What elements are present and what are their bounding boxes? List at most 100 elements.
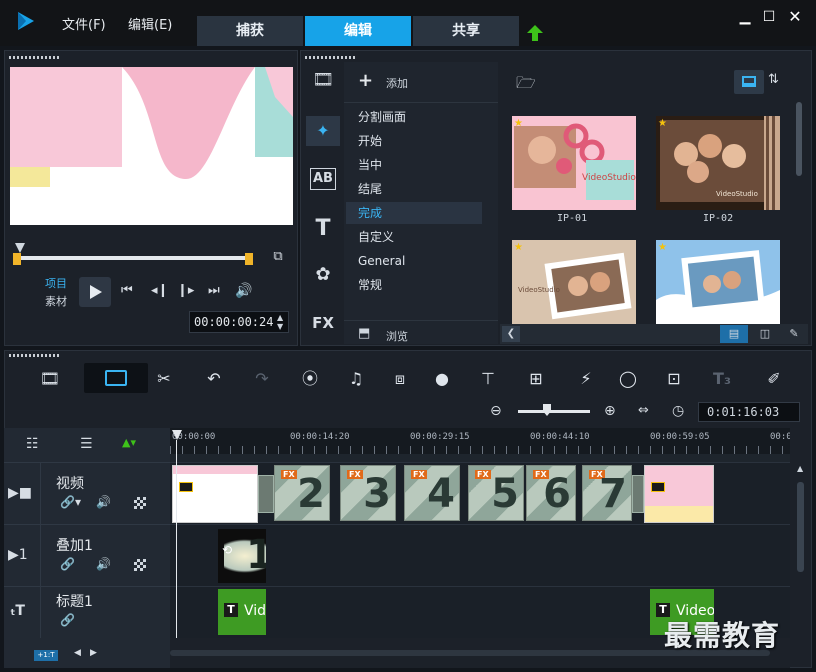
go-to-end-icon[interactable]: ⏭: [208, 283, 220, 298]
chapter-marker-icon[interactable]: ▲▾: [122, 436, 136, 449]
template-thumbnail[interactable]: VideoStudio: [512, 240, 636, 324]
ripple-link-icon[interactable]: 🔗▾: [60, 495, 81, 509]
category-item[interactable]: 常规: [346, 274, 482, 296]
maximize-icon[interactable]: ☐: [760, 8, 778, 26]
category-item[interactable]: 结尾: [346, 178, 482, 200]
view-list-button[interactable]: [734, 70, 764, 94]
track-visibility-icon[interactable]: [134, 559, 146, 571]
overlay-track-icon[interactable]: ▶1: [8, 547, 28, 563]
playhead-line[interactable]: [176, 440, 177, 638]
next-frame-icon[interactable]: ❙▸: [177, 283, 194, 298]
trim-end-handle[interactable]: [245, 253, 253, 265]
timecode-display[interactable]: 00:00:00:24: [189, 311, 289, 333]
ripple-link-icon[interactable]: 🔗: [60, 613, 75, 627]
panel-grip[interactable]: [305, 56, 355, 59]
category-item[interactable]: 开始: [346, 130, 482, 152]
video-clip[interactable]: [172, 465, 258, 523]
add-category-label[interactable]: 添加: [386, 75, 408, 91]
track-visibility-icon[interactable]: [134, 497, 146, 509]
scroll-up-icon[interactable]: ▲: [797, 464, 803, 473]
track-manager-icon[interactable]: ☷: [26, 436, 39, 452]
timecode-stepper[interactable]: ▲ ▼: [277, 313, 283, 331]
video-track-icon[interactable]: ▶■: [8, 485, 32, 501]
record-capture-icon[interactable]: ⦿: [296, 366, 324, 392]
browse-label[interactable]: 浏览: [386, 328, 408, 344]
split-view-icon[interactable]: ◫: [752, 325, 778, 343]
close-icon[interactable]: ✕: [786, 8, 804, 26]
panel-grip[interactable]: [9, 354, 59, 357]
mask-creator-icon[interactable]: ◯: [614, 366, 642, 392]
browse-icon[interactable]: ⬒: [358, 326, 370, 341]
title-text-icon[interactable]: T: [310, 216, 336, 241]
playhead-marker-icon[interactable]: [15, 243, 25, 253]
track-name[interactable]: 标题1: [56, 591, 93, 611]
3d-title-icon[interactable]: T₃: [708, 366, 736, 392]
overlay-track[interactable]: ⟲ 1: [170, 524, 790, 586]
fx-clip[interactable]: FX 2: [274, 465, 330, 521]
template-thumbnail[interactable]: VideoStudio: [656, 116, 780, 210]
time-ruler[interactable]: 00:00:00 00:00:14:20 00:00:29:15 00:00:4…: [170, 428, 790, 462]
zoom-in-icon[interactable]: ⊕: [604, 403, 616, 419]
video-clip[interactable]: [644, 465, 714, 523]
fx-clip[interactable]: FX 5: [468, 465, 524, 521]
category-item[interactable]: 分割画面: [346, 106, 482, 128]
fx-filter-icon[interactable]: FX: [308, 314, 338, 336]
add-folder-icon[interactable]: 🗁: [516, 72, 536, 99]
subtitle-editor-icon[interactable]: ⊤: [474, 366, 502, 392]
media-library-icon[interactable]: 🎞: [310, 70, 336, 92]
transition-slot[interactable]: [632, 475, 644, 513]
scroll-right-icon[interactable]: ▶: [90, 648, 97, 658]
tab-capture[interactable]: 捕获: [197, 16, 303, 46]
scrollbar-thumb[interactable]: [796, 102, 802, 176]
track-name[interactable]: 视频: [56, 473, 84, 493]
video-track[interactable]: FX 2 FX 3 FX 4 FX 5 FX 6 FX 7: [170, 462, 790, 524]
upload-arrow-icon[interactable]: [526, 24, 544, 42]
ripple-link-icon[interactable]: 🔗: [60, 557, 75, 571]
category-item-selected[interactable]: 完成: [346, 202, 482, 224]
tab-share[interactable]: 共享: [413, 16, 519, 46]
storyboard-view-icon[interactable]: 🎞: [36, 366, 64, 392]
transition-library-button[interactable]: ✦: [306, 116, 340, 146]
category-item[interactable]: General: [346, 250, 482, 272]
title-clip[interactable]: T Vide: [218, 589, 266, 635]
edit-icon[interactable]: ✎: [782, 325, 806, 343]
fit-project-icon[interactable]: ⇔: [638, 403, 649, 418]
fx-clip[interactable]: FX 7: [582, 465, 632, 521]
pan-zoom-icon[interactable]: ⊡: [660, 366, 688, 392]
project-mode-label[interactable]: 项目: [45, 275, 67, 291]
volume-icon[interactable]: 🔊: [235, 283, 252, 299]
track-volume-icon[interactable]: 🔊: [96, 495, 111, 509]
tab-edit[interactable]: 编辑: [305, 16, 411, 46]
scroll-left-icon[interactable]: ◀: [74, 648, 81, 658]
scrub-bar[interactable]: [15, 256, 253, 260]
clip-mode-label[interactable]: 素材: [45, 293, 67, 309]
minimize-icon[interactable]: ▁: [736, 8, 754, 26]
thumbnail-size-icon[interactable]: ▤: [720, 325, 748, 343]
redo-icon[interactable]: ↷: [248, 366, 276, 392]
panel-grip[interactable]: [9, 56, 59, 59]
sort-icon[interactable]: ⇅: [768, 72, 779, 87]
undo-icon[interactable]: ↶: [200, 366, 228, 392]
zoom-slider[interactable]: [518, 410, 590, 413]
multi-camera-icon[interactable]: ⊞: [522, 366, 550, 392]
zoom-out-icon[interactable]: ⊖: [490, 403, 502, 419]
screen-size-icon[interactable]: ⧉: [269, 249, 287, 267]
timeline-view-button[interactable]: [84, 363, 148, 393]
menu-edit[interactable]: 编辑(E): [128, 14, 172, 33]
scroll-left-icon[interactable]: ❮: [502, 326, 520, 342]
template-thumbnail[interactable]: VideoStudio: [512, 116, 636, 210]
template-thumbnail[interactable]: [656, 240, 780, 324]
graphics-icon[interactable]: ✿: [310, 264, 336, 286]
category-item[interactable]: 自定义: [346, 226, 482, 248]
fx-clip[interactable]: FX 3: [340, 465, 396, 521]
time-remapping-icon[interactable]: ⚡: [572, 366, 600, 392]
paint-creator-icon[interactable]: ✐: [760, 366, 788, 392]
add-icon[interactable]: +: [358, 70, 373, 91]
vertical-scrollbar[interactable]: ▲: [794, 462, 808, 638]
menu-file[interactable]: 文件(F): [62, 14, 106, 33]
previous-frame-icon[interactable]: ◂❙: [151, 283, 168, 298]
play-button[interactable]: [79, 277, 111, 307]
track-zoom-icon[interactable]: +1:T: [34, 650, 58, 661]
fx-clip[interactable]: FX 4: [404, 465, 460, 521]
track-name[interactable]: 叠加1: [56, 535, 93, 555]
